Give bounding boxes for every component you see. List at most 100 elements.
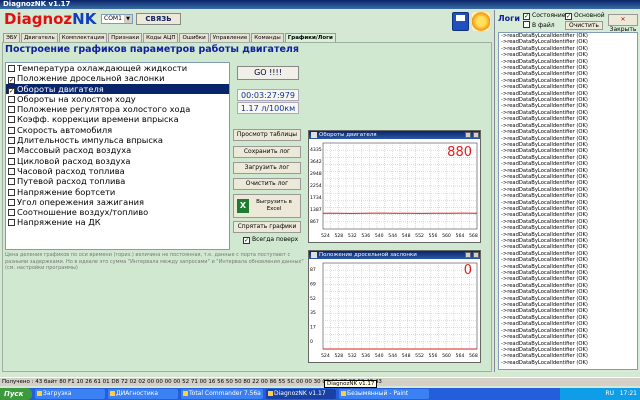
x-tick-label: 540 — [375, 353, 384, 359]
checkbox-icon[interactable] — [8, 167, 15, 175]
clear-log-button[interactable]: Очистить лог — [233, 178, 301, 190]
parameter-item[interactable]: Обороты на холостом ходу — [6, 94, 229, 104]
com-port-value: COM1 — [104, 15, 122, 22]
tab-5[interactable]: Ошибки — [179, 33, 209, 42]
x-tick-label: 556 — [429, 233, 438, 239]
checkbox-icon[interactable] — [8, 219, 15, 227]
save-disk-icon[interactable] — [452, 12, 469, 31]
tab-4[interactable]: Коды АЦП — [143, 33, 179, 42]
tab-3[interactable]: Признаки — [108, 33, 143, 42]
parameter-label: Температура охлаждающей жидкости — [17, 63, 188, 73]
rpm-chart-window[interactable]: Обороты двигателя 4335 3642 2948 2254 1734 13… — [308, 130, 481, 243]
checkbox-icon[interactable] — [8, 178, 15, 186]
checkbox-icon[interactable]: ✓ — [8, 87, 15, 94]
y-tick-label: 1734 — [310, 195, 322, 201]
rpm-chart-titlebar[interactable]: Обороты двигателя — [309, 131, 480, 139]
export-excel-button[interactable]: X Выгрузить в Excel — [233, 194, 301, 218]
view-table-button[interactable]: Просмотр таблицы — [233, 129, 301, 141]
throttle-chart-window[interactable]: Положение дросельной заслонки 87 69 52 35 17… — [308, 250, 481, 363]
x-tick-label: 524 — [321, 353, 330, 359]
checkbox-icon — [523, 21, 530, 28]
parameter-item[interactable]: Массовый расход воздуха — [6, 145, 229, 155]
parameter-item[interactable]: Напряжение на ДК — [6, 217, 229, 227]
go-button[interactable]: GO !!!! — [237, 66, 299, 80]
timer-display: 00:03:27:979 — [237, 89, 299, 101]
parameter-label: Путевой расход топлива — [17, 176, 126, 187]
maximize-icon[interactable] — [465, 252, 471, 258]
checkbox-icon[interactable] — [8, 198, 15, 206]
parameter-item[interactable]: Напряжение бортсети — [6, 187, 229, 197]
chart-window-icon — [311, 132, 317, 138]
checkbox-icon[interactable] — [8, 116, 15, 124]
checkbox-icon[interactable] — [8, 95, 15, 103]
parameter-item[interactable]: Длительность импульса впрыска — [6, 135, 229, 145]
checkbox-icon[interactable] — [8, 137, 15, 145]
parameter-item[interactable]: ✓ Обороты двигателя — [6, 83, 229, 94]
parameter-list[interactable]: Температура охлаждающей жидкости ✓ Положен… — [5, 62, 230, 250]
parameter-label: Обороты на холостом ходу — [17, 93, 136, 104]
tab-1[interactable]: Двигатель — [20, 33, 58, 42]
parameter-label: Коэфф. коррекции времени впрыска — [17, 114, 179, 125]
taskbar-item[interactable]: Загрузка — [35, 389, 105, 399]
parameter-item[interactable]: ✓ Положение дросельной заслонки — [6, 73, 229, 84]
language-indicator[interactable]: RU — [605, 390, 614, 397]
tab-8[interactable]: Графики/Логи — [284, 33, 336, 42]
parameter-item[interactable]: Скорость автомобиля — [6, 125, 229, 135]
checkbox-icon[interactable] — [8, 157, 15, 165]
com-port-select[interactable]: COM1 ▼ — [101, 14, 133, 24]
parameter-item[interactable]: Угол опережения зажигания — [6, 197, 229, 207]
chart-window-icon — [311, 252, 317, 258]
checkbox-icon[interactable] — [8, 106, 15, 114]
checkbox-icon[interactable] — [8, 147, 15, 155]
checkbox-icon: ✓ — [565, 13, 572, 20]
save-log-button[interactable]: Сохранить лог — [233, 146, 301, 158]
state-checkbox[interactable]: ✓ Состояние — [523, 12, 565, 20]
tab-7[interactable]: Команды — [251, 33, 284, 42]
y-tick-label: 87 — [310, 267, 316, 273]
parameter-item[interactable]: Путевой расход топлива — [6, 176, 229, 186]
checkbox-icon[interactable] — [8, 188, 15, 196]
maximize-icon[interactable] — [465, 132, 471, 138]
tab-2[interactable]: Комплектация — [58, 33, 108, 42]
taskbar-item[interactable]: ДИАгностика — [108, 389, 178, 399]
tab-6[interactable]: Управление — [209, 33, 251, 42]
taskbar-item[interactable]: DiagnozNK v1.17 — [266, 389, 336, 399]
main-checkbox[interactable]: ✓ Основной — [565, 12, 605, 20]
parameter-item[interactable]: Цикловой расход воздуха — [6, 156, 229, 166]
parameter-item[interactable]: Коэфф. коррекции времени впрыска — [6, 114, 229, 124]
y-tick-label: 2948 — [310, 171, 322, 177]
status-bar: Получено : 43 байт 80 F1 10 26 61 01 D8 … — [0, 377, 640, 386]
x-tick-label: 560 — [442, 353, 451, 359]
load-log-button[interactable]: Загрузить лог — [233, 162, 301, 174]
parameter-label: Длительность импульса впрыска — [17, 135, 163, 146]
parameter-item[interactable]: Соотношение воздух/топливо — [6, 207, 229, 217]
hide-charts-button[interactable]: Спрятать графики — [233, 221, 301, 233]
clear-logs-button[interactable]: Очистить — [565, 21, 603, 30]
taskbar-item[interactable]: Безымянный - Paint — [339, 389, 429, 399]
throttle-chart-titlebar[interactable]: Положение дросельной заслонки — [309, 251, 480, 259]
always-on-top-checkbox[interactable]: ✓ Всегда поверх — [243, 236, 298, 244]
checkbox-icon[interactable]: ✓ — [8, 77, 15, 84]
tab-bar: ЭБУ Двигатель Комплектация Признаки Коды АЦП… — [3, 33, 337, 42]
checkbox-icon[interactable] — [8, 126, 15, 134]
y-tick-label: 69 — [310, 281, 316, 287]
close-icon[interactable] — [473, 132, 479, 138]
close-logs-button[interactable]: ✕ Закрыть — [608, 14, 638, 33]
close-icon[interactable] — [473, 252, 479, 258]
log-list[interactable]: ->readDataByLocalIdentifier (OK) ->readDa… — [498, 32, 638, 370]
start-button[interactable]: Пуск — [0, 388, 32, 400]
tab-0[interactable]: ЭБУ — [3, 33, 20, 42]
x-tick-label: 552 — [415, 353, 424, 359]
taskbar-item[interactable]: Total Commander 7.56a ... — [181, 389, 263, 399]
checkbox-icon[interactable] — [8, 65, 15, 72]
parameter-item[interactable]: Температура охлаждающей жидкости — [6, 63, 229, 73]
taskbar-items: Загрузка ДИАгностика Total Commander 7.56a… — [32, 389, 429, 399]
checkbox-icon[interactable] — [8, 209, 15, 217]
to-file-checkbox[interactable]: В файл — [523, 21, 555, 29]
connect-button[interactable]: СВЯЗЬ — [136, 13, 181, 25]
parameter-item[interactable]: Положение регулятора холостого хода — [6, 104, 229, 114]
parameter-label: Часовой расход топлива — [17, 165, 125, 176]
x-tick-label: 564 — [456, 353, 465, 359]
parameter-item[interactable]: Часовой расход топлива — [6, 166, 229, 176]
sun-icon[interactable] — [472, 12, 490, 31]
